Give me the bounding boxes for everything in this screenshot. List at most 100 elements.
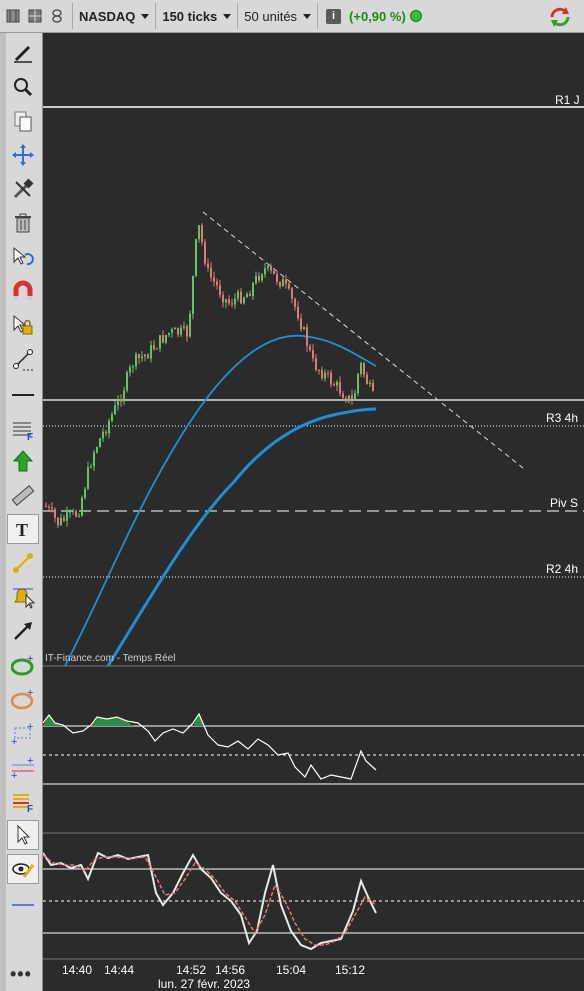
more-options-icon[interactable]: •••: [10, 964, 32, 985]
symbol-select[interactable]: NASDAQ: [72, 3, 155, 29]
candle: [75, 511, 77, 517]
candle: [54, 509, 56, 518]
candle: [189, 314, 191, 337]
candle: [51, 507, 53, 510]
level-label-r3-4h: R3 4h: [546, 411, 579, 425]
candle: [45, 505, 47, 507]
chevron-down-icon: [223, 13, 232, 19]
candle: [159, 335, 161, 349]
candle: [69, 511, 71, 513]
refresh-icon[interactable]: [548, 5, 572, 29]
pencil-icon[interactable]: [7, 38, 39, 68]
svg-text:+: +: [11, 736, 17, 745]
units-select[interactable]: 50 unités: [237, 3, 317, 29]
interval-select[interactable]: 150 ticks: [155, 3, 237, 29]
magnet-icon[interactable]: [7, 276, 39, 306]
chevron-down-icon: [141, 13, 150, 19]
candle: [162, 335, 164, 343]
line-tool-icon[interactable]: [7, 548, 39, 578]
ruler-icon[interactable]: [7, 480, 39, 510]
candle: [315, 358, 317, 371]
pointer-icon[interactable]: [7, 820, 39, 850]
candle: [261, 274, 263, 281]
trash-icon[interactable]: [7, 208, 39, 238]
lock-cursor-icon[interactable]: [7, 310, 39, 340]
candle: [111, 414, 113, 421]
candle: [150, 345, 152, 359]
candle: [120, 399, 122, 402]
candle: [288, 283, 290, 289]
candle: [105, 431, 107, 434]
separator-line-icon[interactable]: [7, 888, 39, 918]
candle: [84, 488, 86, 498]
candle: [144, 354, 146, 357]
candle: [156, 348, 158, 350]
candle: [225, 299, 227, 303]
candle: [174, 327, 176, 330]
x-tick-label: 14:40: [62, 963, 93, 977]
candle: [249, 293, 251, 297]
moving-average-slow: [106, 407, 377, 667]
candle: [330, 372, 332, 385]
grid-icon[interactable]: [26, 7, 44, 25]
candle: [141, 356, 143, 359]
chart-area[interactable]: R1 J R3 4h Piv S R2 4h IT-Finance.com - …: [43, 33, 584, 991]
candle: [363, 363, 365, 375]
candle: [123, 390, 125, 402]
tools-icon[interactable]: [7, 174, 39, 204]
magnifier-icon[interactable]: [7, 72, 39, 102]
candle: [99, 438, 101, 448]
svg-text:+: +: [27, 755, 33, 767]
parallel-lines-icon[interactable]: + +: [7, 752, 39, 782]
candle: [243, 297, 245, 304]
arrow-icon[interactable]: [7, 616, 39, 646]
toolbar-strip: [0, 33, 6, 991]
fibonacci-icon[interactable]: F: [7, 414, 39, 444]
rectangle-icon[interactable]: + +: [7, 718, 39, 748]
moving-average-fast: [64, 334, 377, 667]
price-chart-svg: [43, 106, 584, 960]
candle: [324, 372, 326, 379]
up-arrow-icon[interactable]: [7, 446, 39, 476]
fibonacci-levels-icon[interactable]: F: [7, 786, 39, 816]
candle: [237, 291, 239, 299]
top-toolbar: NASDAQ 150 ticks 50 unités i (+0,90 %): [0, 0, 584, 33]
candle: [168, 332, 170, 335]
ellipse-orange-icon[interactable]: +: [7, 684, 39, 714]
info-icon[interactable]: i: [326, 8, 342, 24]
candle: [345, 398, 347, 402]
drawing-toolbar: F T + + + + + + F •••: [0, 33, 43, 991]
candle: [333, 384, 335, 386]
candle: [66, 512, 68, 521]
segment-icon[interactable]: [7, 344, 39, 374]
candle: [48, 506, 50, 508]
candle: [270, 265, 272, 271]
candle: [87, 467, 89, 489]
undo-cursor-icon[interactable]: [7, 242, 39, 272]
candle: [186, 326, 188, 337]
copy-icon[interactable]: [7, 106, 39, 136]
link-icon[interactable]: [48, 7, 66, 25]
level-label-r2-4h: R2 4h: [546, 562, 579, 576]
level-label-r1j: R1 J: [555, 93, 580, 107]
candle: [81, 497, 83, 516]
candle: [267, 265, 269, 269]
square-icon[interactable]: [4, 7, 22, 25]
candle: [153, 345, 155, 350]
candle: [192, 276, 194, 315]
candle: [273, 270, 275, 274]
text-icon[interactable]: T: [7, 514, 39, 544]
eye-pencil-icon[interactable]: [7, 854, 39, 884]
move-arrows-icon[interactable]: [7, 140, 39, 170]
candle: [213, 277, 215, 282]
candle: [132, 366, 134, 368]
horizontal-line-icon[interactable]: [7, 380, 39, 410]
candle: [294, 298, 296, 307]
ellipse-icon[interactable]: +: [7, 650, 39, 680]
candle: [312, 349, 314, 359]
candle: [297, 306, 299, 319]
candle: [228, 299, 230, 304]
candle: [114, 405, 116, 415]
interval-value: 150 ticks: [162, 8, 218, 24]
bell-alert-icon[interactable]: [7, 582, 39, 612]
